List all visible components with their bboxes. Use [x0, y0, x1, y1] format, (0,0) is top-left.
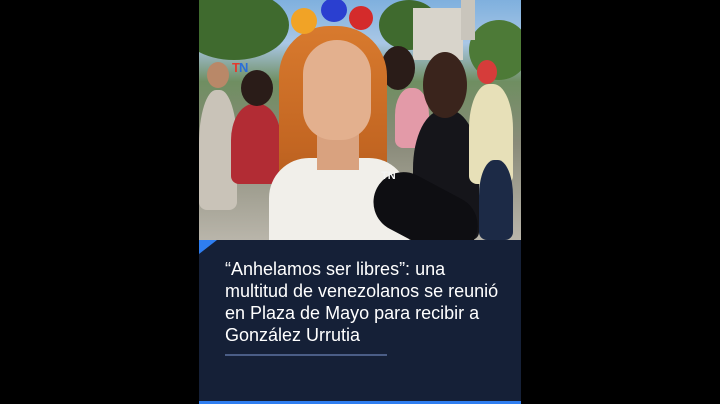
crowd-head [207, 62, 229, 88]
building [461, 0, 475, 40]
crowd-person [479, 160, 513, 240]
crowd-head [241, 70, 273, 106]
caption-panel: “Anhelamos ser libres”: una multitud de … [199, 240, 521, 404]
headband-flower-red [349, 6, 373, 30]
video-scene: TN TN [199, 0, 521, 240]
crowd-person [231, 104, 281, 184]
tree [199, 0, 289, 60]
interviewee-face [303, 40, 371, 140]
caption-accent [199, 240, 217, 254]
caption-divider [225, 354, 387, 356]
headband-flower-orange [291, 8, 317, 34]
microphone-logo: TN [381, 170, 396, 182]
crowd-head [423, 52, 467, 118]
headband-flower-blue [321, 0, 347, 22]
video-frame[interactable]: TN TN “Anhelamos ser libres”: una multit… [199, 0, 521, 404]
building [413, 8, 463, 60]
headline: “Anhelamos ser libres”: una multitud de … [225, 259, 499, 345]
tn-logo: TN [232, 60, 248, 75]
crowd-head [477, 60, 497, 84]
